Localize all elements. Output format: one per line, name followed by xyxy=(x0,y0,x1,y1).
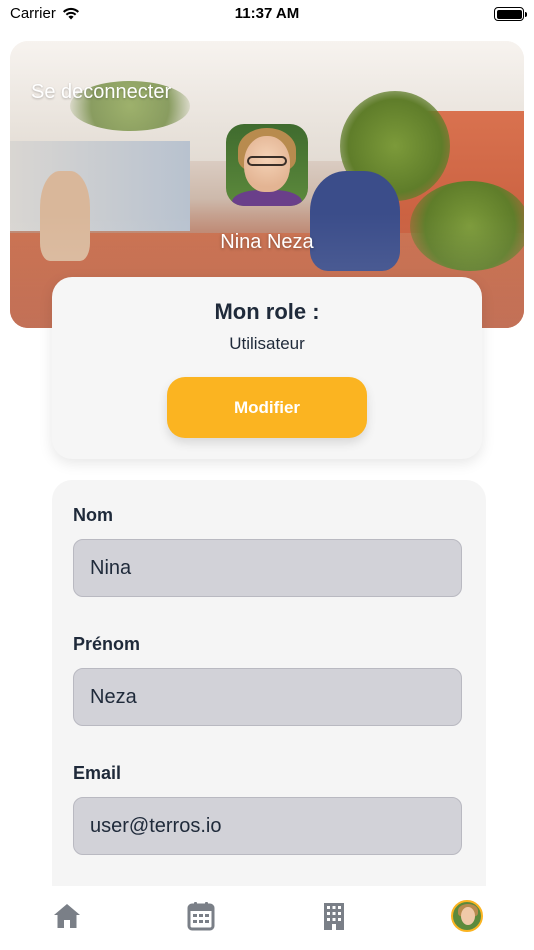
tab-profile[interactable] xyxy=(451,900,483,932)
first-name-label: Prénom xyxy=(73,634,141,654)
profile-tab-avatar xyxy=(451,900,483,932)
tab-home[interactable] xyxy=(51,900,83,932)
last-name-label: Nom xyxy=(73,505,113,525)
status-time: 11:37 AM xyxy=(234,5,300,22)
profile-avatar xyxy=(226,124,308,206)
modify-role-button[interactable]: Modifier xyxy=(167,377,367,438)
tab-building[interactable] xyxy=(318,900,350,932)
status-bar: Carrier 11:37 AM xyxy=(0,0,534,30)
home-icon xyxy=(54,904,80,928)
email-field[interactable] xyxy=(73,797,462,855)
logout-link[interactable]: Se deconnecter xyxy=(31,81,171,104)
role-card: Mon role : Utilisateur Modifier xyxy=(52,277,482,459)
role-value: Utilisateur xyxy=(229,334,305,353)
last-name-field[interactable] xyxy=(73,539,462,597)
tab-calendar[interactable] xyxy=(185,900,217,932)
tab-bar xyxy=(0,886,534,950)
user-name: Nina Neza xyxy=(220,231,314,253)
email-label: Email xyxy=(73,763,122,783)
profile-form: Nom Prénom Email xyxy=(52,480,486,900)
first-name-field[interactable] xyxy=(73,668,462,726)
calendar-icon xyxy=(187,902,215,931)
building-icon xyxy=(324,903,344,930)
role-title: Mon role : xyxy=(214,299,320,324)
battery-icon xyxy=(494,7,527,21)
